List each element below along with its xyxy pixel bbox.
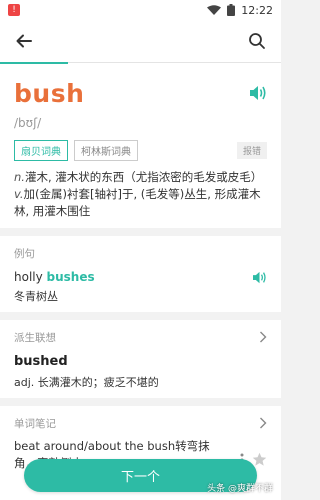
definition-text: 加(金属)衬套[轴衬]于, (毛发等)丛生, 形成灌木林, 用灌木围住 (14, 187, 261, 218)
pos-label: n. (14, 170, 25, 184)
report-button[interactable]: 报错 (236, 142, 267, 159)
speaker-icon[interactable] (249, 85, 267, 101)
tab-indicator (0, 62, 281, 64)
wifi-icon (207, 4, 222, 15)
example-translation: 冬青树丛 (14, 290, 58, 303)
example-highlight: bushes (46, 270, 95, 284)
search-button[interactable] (245, 29, 269, 53)
chevron-right-icon[interactable] (259, 417, 267, 429)
tab-shanbay-dict[interactable]: 扇贝词典 (14, 140, 68, 161)
section-title-row: 单词笔记 (14, 414, 267, 432)
example-row: holly bushes (14, 270, 267, 284)
word-row: bush (14, 74, 267, 112)
back-button[interactable] (12, 29, 36, 53)
word-card: bush /bʊʃ/ 扇贝词典 柯林斯词典 报错 n.灌木, 灌木状的东西（尤指… (0, 64, 281, 228)
derived-word: bushed (14, 354, 68, 369)
chevron-right-icon[interactable] (259, 331, 267, 343)
section-title-row: 派生联想 (14, 328, 267, 346)
example-sentence: holly bushes (14, 270, 95, 284)
phonetic: /bʊʃ/ (14, 116, 42, 130)
section-title: 派生联想 (14, 331, 56, 344)
definition-text: 灌木, 灌木状的东西（尤指浓密的毛发或皮毛） (24, 170, 263, 184)
section-title-row: 例句 (14, 244, 267, 262)
derived-definition: adj. 长满灌木的；疲乏不堪的 (14, 376, 159, 389)
status-time: 12:22 (241, 3, 273, 17)
example-text: holly (14, 270, 47, 284)
headword: bush (14, 78, 85, 108)
section-title: 例句 (14, 247, 35, 260)
top-bar (0, 20, 281, 62)
dict-tabs: 扇贝词典 柯林斯词典 报错 (14, 140, 267, 161)
search-icon (249, 33, 265, 49)
speaker-icon[interactable] (252, 271, 267, 284)
watermark: 头条 @爽群不群 (207, 484, 273, 494)
notification-icon: ! (8, 4, 20, 16)
example-section: 例句 holly bushes 冬青树丛 (0, 236, 281, 312)
tab-collins-dict[interactable]: 柯林斯词典 (74, 140, 138, 161)
back-arrow-icon (16, 34, 32, 48)
definition: n.灌木, 灌木状的东西（尤指浓密的毛发或皮毛） v.加(金属)衬套[轴衬]于,… (14, 169, 267, 220)
status-left: ! (8, 4, 207, 16)
section-title: 单词笔记 (14, 417, 56, 430)
status-bar: ! 12:22 (0, 0, 281, 20)
star-icon[interactable] (252, 452, 267, 467)
pos-label: v. (14, 187, 24, 201)
status-right: 12:22 (207, 4, 273, 17)
derived-section[interactable]: 派生联想 bushed adj. 长满灌木的；疲乏不堪的 (0, 320, 281, 398)
battery-icon (227, 4, 236, 16)
